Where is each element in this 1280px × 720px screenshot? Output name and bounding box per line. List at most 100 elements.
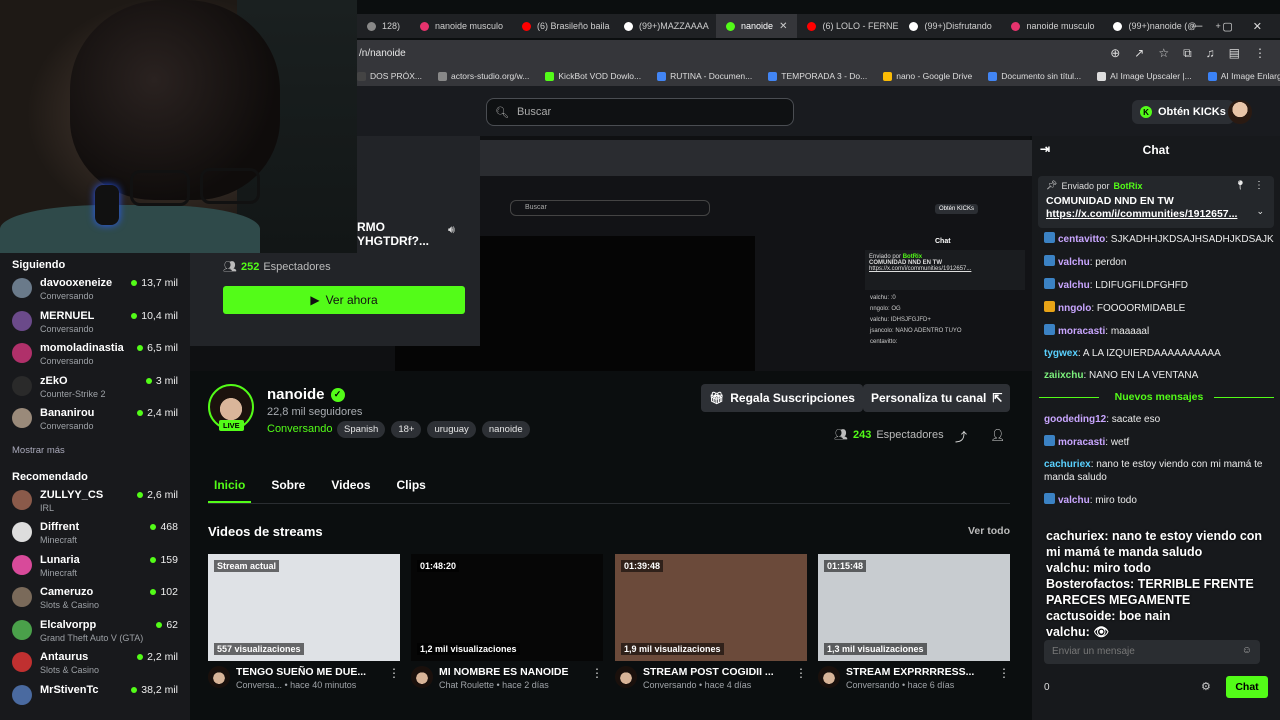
bookmark-item[interactable]: AI Image Upscaler |... (1097, 71, 1192, 81)
menu-icon[interactable]: ⋮ (1254, 46, 1266, 61)
share-icon[interactable]: ⤴ (955, 428, 967, 445)
video-thumbnail[interactable]: Stream actual 557 visualizaciones (208, 554, 400, 661)
search-input[interactable]: 🔍︎ Buscar (486, 98, 794, 126)
bookmark-item[interactable]: AI Image Enlarger: E... (1207, 71, 1280, 81)
bookmark-item[interactable]: KickBot VOD Dowlo... (545, 71, 641, 81)
show-more-link[interactable]: Mostrar más (12, 439, 178, 465)
pinned-menu-icon[interactable]: ⋮ (1254, 180, 1264, 191)
pinned-message[interactable]: 📌︎ Enviado por BotRix COMUNIDAD NND EN T… (1038, 176, 1274, 228)
close-tab-icon[interactable]: ✕ (779, 21, 787, 32)
chat-username[interactable]: tygwex (1044, 348, 1078, 359)
browser-tab[interactable]: nanoide ✕ (716, 14, 798, 38)
more-options-icon[interactable]: ⋮ (795, 666, 807, 690)
gift-subscriptions-button[interactable]: 🎁︎ Regala Suscripciones (701, 384, 863, 412)
bookmark-item[interactable]: actors-studio.org/w... (437, 71, 529, 81)
chat-username[interactable]: centavitto (1058, 234, 1105, 245)
collapse-chat-icon[interactable]: ⇥ (1040, 142, 1050, 156)
user-settings-icon[interactable]: 👤︎ (990, 428, 1005, 442)
chat-input[interactable]: Enviar un mensaje ☺ (1044, 640, 1260, 664)
sidebar-channel[interactable]: zEkO Counter-Strike 2 3 mil (12, 374, 178, 407)
chat-username[interactable]: goodeding12 (1044, 414, 1106, 425)
video-card[interactable]: Stream actual 557 visualizaciones TENGO SU… (208, 554, 400, 690)
sidebar-channel[interactable]: davooxeneize Conversando 13,7 mil (12, 276, 178, 309)
browser-tab[interactable]: nanoide musculo (1001, 14, 1103, 38)
watch-now-button[interactable]: ▶ Ver ahora (223, 286, 465, 314)
browser-tab[interactable]: (6) LOLO - FERNE (797, 14, 899, 38)
video-card[interactable]: 01:48:20 1,2 mil visualizaciones MI NOMBRE… (411, 554, 603, 690)
bookmark-item[interactable]: RUTINA - Documen... (657, 71, 752, 81)
pinned-link[interactable]: https://x.com/i/communities/1912657... (1046, 208, 1266, 220)
extensions-icon[interactable]: ⧉ (1183, 46, 1192, 61)
sidebar-channel[interactable]: Diffrent Minecraft 468 (12, 520, 178, 553)
new-messages-divider[interactable]: Nuevos mensajes (1039, 391, 1274, 403)
customize-channel-button[interactable]: Personaliza tu canal ⇱ (863, 384, 1011, 412)
browser-tab[interactable]: (99+)MAZZAAAA (614, 14, 716, 38)
chat-username[interactable]: valchu (1058, 495, 1090, 506)
user-avatar[interactable] (1228, 100, 1252, 124)
bookmark-star-icon[interactable]: ☆ (1158, 46, 1169, 61)
maximize-icon[interactable]: ▢ (1222, 20, 1232, 33)
sidebar-toggle-icon[interactable]: ▤ (1229, 46, 1240, 61)
chevron-down-icon[interactable]: ⌄ (1256, 206, 1264, 217)
browser-tab[interactable]: (99+)Disfrutando (899, 14, 1001, 38)
sidebar-channel[interactable]: ZULLYY_CS IRL 2,6 mil (12, 488, 178, 521)
tab-clips[interactable]: Clips (391, 474, 432, 503)
tab-inicio[interactable]: Inicio (208, 474, 252, 503)
video-card[interactable]: 01:15:48 1,3 mil visualizaciones STREAM EX… (818, 554, 1010, 690)
chat-username[interactable]: valchu (1058, 280, 1090, 291)
media-icon[interactable]: ♫ (1206, 46, 1215, 61)
gear-icon[interactable]: ⚙ (1201, 680, 1211, 693)
chat-username[interactable]: moracasti (1058, 326, 1105, 337)
chat-username[interactable]: cachuriex (1044, 459, 1091, 470)
tab-videos[interactable]: Videos (325, 474, 376, 503)
channel-tag[interactable]: nanoide (481, 421, 530, 438)
sidebar-channel[interactable]: Bananirou Conversando 2,4 mil (12, 406, 178, 439)
minimize-icon[interactable]: — (1191, 20, 1202, 32)
browser-tab[interactable]: (6) Brasileño baila (512, 14, 614, 38)
channel-tag[interactable]: 18+ (391, 421, 422, 438)
sidebar-channel[interactable]: MERNUEL Conversando 10,4 mil (12, 309, 178, 342)
avatar (12, 684, 32, 705)
bookmark-item[interactable]: nano - Google Drive (883, 71, 972, 81)
browser-tab[interactable]: (99+)nanoide (@ (1103, 14, 1205, 38)
address-bar[interactable]: /n/nanoide ⊕ ↗ ☆ ⧉ ♫ ▤ ⋮ (357, 40, 1280, 66)
bookmark-item[interactable]: TEMPORADA 3 - Do... (768, 71, 867, 81)
video-thumbnail[interactable]: 01:15:48 1,3 mil visualizaciones (818, 554, 1010, 661)
volume-icon[interactable]: 🔊︎ (448, 224, 455, 237)
url-text[interactable]: /n/nanoide (357, 48, 406, 59)
sidebar-channel[interactable]: Cameruzo Slots & Casino 102 (12, 585, 178, 618)
get-kicks-button[interactable]: K Obtén KICKs (1132, 100, 1234, 124)
chat-username[interactable]: nngolo (1058, 303, 1091, 314)
sidebar-channel[interactable]: momoladinastia Conversando 6,5 mil (12, 341, 178, 374)
see-all-link[interactable]: Ver todo (968, 525, 1010, 537)
sidebar-channel[interactable]: Elcalvorpp Grand Theft Auto V (GTA) 62 (12, 618, 178, 651)
share-page-icon[interactable]: ↗ (1134, 46, 1144, 61)
video-card[interactable]: 01:39:48 1,9 mil visualizaciones STREAM PO… (615, 554, 807, 690)
emoji-icon[interactable]: ☺ (1242, 645, 1252, 656)
unpin-icon[interactable]: 📍︎ (1235, 180, 1246, 191)
pinned-by-user[interactable]: BotRix (1113, 181, 1142, 191)
chat-username[interactable]: zaiixchu (1044, 370, 1083, 381)
channel-name[interactable]: nanoide (267, 386, 325, 403)
bookmark-item[interactable]: DOS PRÓX... (357, 71, 422, 81)
video-thumbnail[interactable]: 01:39:48 1,9 mil visualizaciones (615, 554, 807, 661)
chat-username[interactable]: moracasti (1058, 437, 1105, 448)
video-thumbnail[interactable]: 01:48:20 1,2 mil visualizaciones (411, 554, 603, 661)
browser-tab[interactable]: 128) (357, 14, 410, 38)
more-options-icon[interactable]: ⋮ (998, 666, 1010, 690)
channel-tag[interactable]: Spanish (337, 421, 386, 438)
zoom-icon[interactable]: ⊕ (1110, 46, 1120, 61)
chat-username[interactable]: valchu (1058, 257, 1090, 268)
sidebar-channel[interactable]: MrStivenTc 38,2 mil (12, 683, 178, 716)
channel-category[interactable]: Conversando (267, 423, 332, 435)
sidebar-channel[interactable]: Antaurus Slots & Casino 2,2 mil (12, 650, 178, 683)
close-window-icon[interactable]: ✕ (1253, 20, 1262, 33)
bookmark-item[interactable]: Documento sin títul... (988, 71, 1081, 81)
browser-tab[interactable]: nanoide musculo (410, 14, 512, 38)
channel-tag[interactable]: uruguay (427, 421, 476, 438)
chat-send-button[interactable]: Chat (1226, 676, 1268, 698)
sidebar-channel[interactable]: Lunaria Minecraft 159 (12, 553, 178, 586)
more-options-icon[interactable]: ⋮ (388, 666, 400, 690)
more-options-icon[interactable]: ⋮ (591, 666, 603, 690)
tab-sobre[interactable]: Sobre (265, 474, 311, 503)
